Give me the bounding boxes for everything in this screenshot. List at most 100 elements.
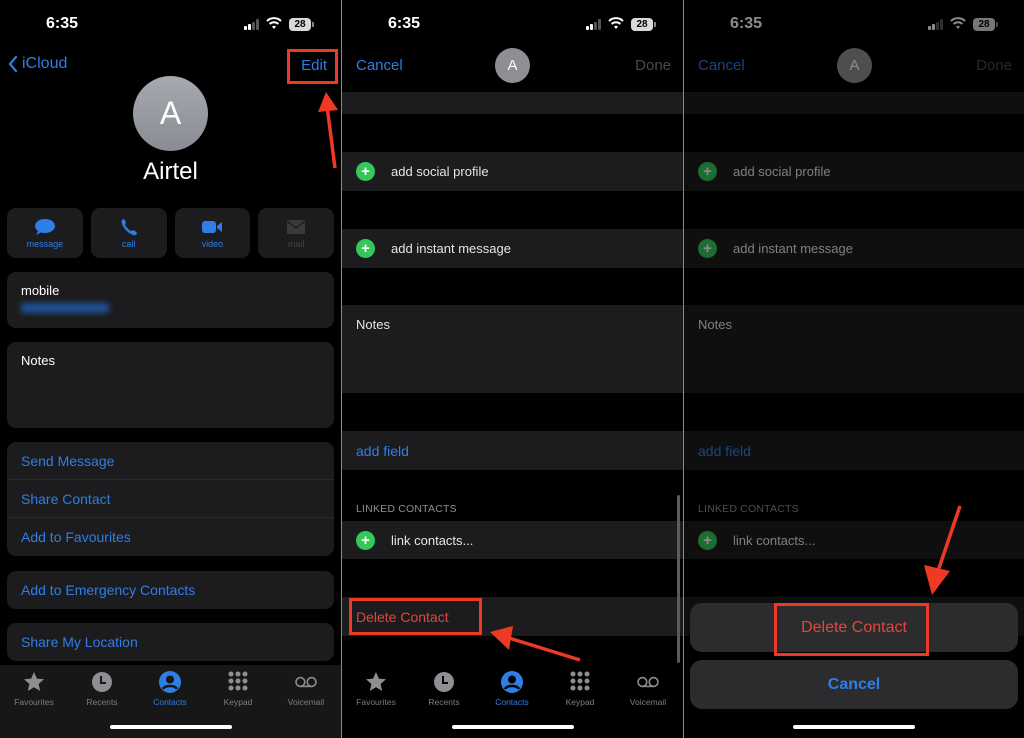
battery-icon: 28 [973,18,998,31]
linked-contacts-header: LINKED CONTACTS [698,503,799,515]
person-circle-icon [501,671,523,693]
add-instant-message-row[interactable]: + add instant message [684,229,1024,268]
send-message-button[interactable]: Send Message [7,442,334,480]
share-my-location-button[interactable]: Share My Location [7,623,334,661]
home-indicator[interactable] [793,725,915,729]
action-label: video [201,238,224,249]
clock-icon [434,672,454,692]
plus-circle-icon: + [356,162,375,181]
cancel-label: Cancel [827,675,881,693]
status-time: 6:35 [388,15,421,32]
video-action-button[interactable]: video [174,208,251,258]
contact-name: Airtel [143,158,198,185]
notes-field[interactable]: Notes [684,305,1024,393]
location-group: Share My Location [7,623,334,661]
contact-avatar[interactable]: A [495,48,530,83]
battery-icon: 28 [289,18,314,31]
back-label: iCloud [22,55,68,72]
add-to-emergency-contacts-button[interactable]: Add to Emergency Contacts [7,571,334,609]
status-bar: 6:35 28 [684,0,1024,50]
cancel-button[interactable]: Cancel [356,57,403,74]
status-time: 6:35 [46,15,79,32]
actions-group: Send Message Share Contact Add to Favour… [7,442,334,556]
annotation-box-edit [287,49,338,84]
tab-recents[interactable]: Recents [412,670,476,707]
contact-detail-screen: 6:35 28 iCloud Edit A Airtel message cal… [0,0,341,738]
tab-voicemail[interactable]: Voicemail [616,670,680,707]
back-button[interactable]: iCloud [8,55,67,73]
phone-card[interactable]: mobile [7,272,334,328]
row-label: add social profile [391,164,489,179]
phone-icon [121,218,137,235]
tab-label: Recents [86,697,118,707]
wifi-icon [950,17,966,29]
add-field-row[interactable]: add field [342,431,683,470]
linked-contacts-header: LINKED CONTACTS [356,503,457,515]
row-label: link contacts... [733,532,816,548]
annotation-box-delete [349,598,482,635]
tab-contacts[interactable]: Contacts [138,670,202,707]
call-action-button[interactable]: call [90,208,167,258]
star-icon [24,672,44,691]
phone-label: mobile [21,283,60,298]
voicemail-icon [637,676,659,688]
clock-icon [92,672,112,692]
notes-label: Notes [356,317,390,332]
tab-keypad[interactable]: Keypad [548,670,612,707]
tab-label: Favourites [356,697,396,707]
tab-keypad[interactable]: Keypad [206,670,270,707]
edit-nav-bar: 6:35 28 Cancel A Done [684,0,1024,92]
link-contacts-row[interactable]: + link contacts... [684,521,1024,559]
tab-contacts[interactable]: Contacts [480,670,544,707]
scroll-indicator[interactable] [677,495,680,663]
action-label: mail [287,238,305,249]
add-social-profile-row[interactable]: + add social profile [684,152,1024,191]
tab-label: Recents [428,697,460,707]
done-button[interactable]: Done [976,57,1012,74]
envelope-icon [286,219,306,234]
add-field-row[interactable]: add field [684,431,1024,470]
cellular-signal-icon [928,19,944,30]
message-action-button[interactable]: message [7,208,83,258]
tab-label: Voicemail [629,697,667,707]
action-sheet-cancel-button[interactable]: Cancel [690,660,1018,709]
done-button[interactable]: Done [635,57,671,74]
keypad-icon [228,671,248,691]
cancel-button[interactable]: Cancel [698,57,745,74]
add-social-profile-row[interactable]: + add social profile [342,152,683,191]
phone-number-redacted[interactable] [21,303,109,313]
tab-label: Contacts [495,697,529,707]
status-bar: 6:35 28 [342,0,683,50]
contact-avatar[interactable]: A [837,48,872,83]
tab-favourites[interactable]: Favourites [2,670,66,707]
notes-card[interactable]: Notes [7,342,334,428]
share-contact-button[interactable]: Share Contact [7,480,334,518]
notes-label: Notes [698,317,732,332]
voicemail-icon [295,676,317,688]
row-label: add field [698,442,751,459]
tab-recents[interactable]: Recents [70,670,134,707]
status-bar: 6:35 28 [0,0,341,50]
row-remainder [684,92,1024,114]
tab-label: Contacts [153,697,187,707]
person-circle-icon [159,671,181,693]
notes-field[interactable]: Notes [342,305,683,393]
tab-favourites[interactable]: Favourites [344,670,408,707]
tab-voicemail[interactable]: Voicemail [274,670,338,707]
row-label: link contacts... [391,532,474,548]
link-contacts-row[interactable]: + link contacts... [342,521,683,559]
add-instant-message-row[interactable]: + add instant message [342,229,683,268]
row-label: add instant message [733,241,853,256]
avatar-initial: A [159,95,182,131]
plus-circle-icon: + [698,239,717,258]
home-indicator[interactable] [109,725,232,729]
mail-action-button[interactable]: mail [258,208,334,258]
tab-label: Keypad [223,697,253,707]
notes-label: Notes [21,353,55,368]
add-to-favourites-button[interactable]: Add to Favourites [7,518,334,556]
delete-confirmation-screen: + add related name 6:35 28 Cancel A Done… [684,0,1024,738]
chevron-left-icon [8,56,18,72]
cellular-signal-icon [244,19,260,30]
status-time: 6:35 [730,15,763,32]
home-indicator[interactable] [451,725,574,729]
